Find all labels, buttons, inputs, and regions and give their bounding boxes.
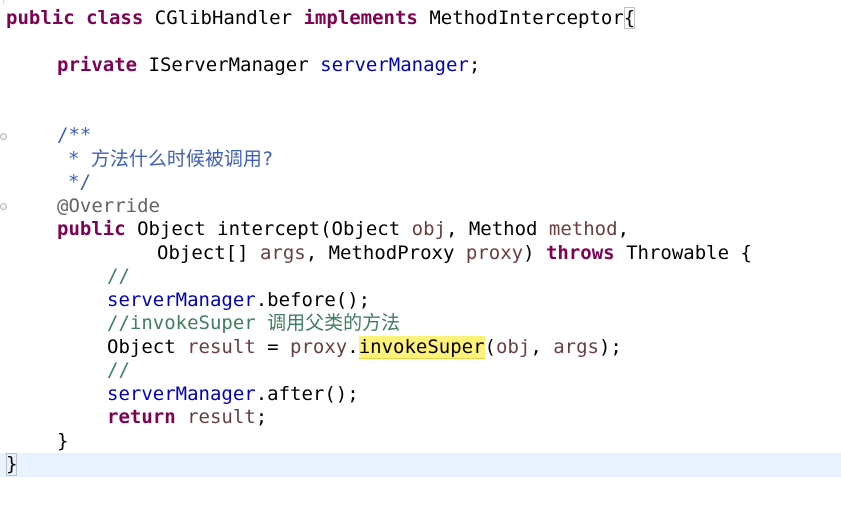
keyword-class: class [86, 7, 144, 29]
param-proxy: proxy [465, 242, 524, 264]
line-comment: // [107, 359, 130, 381]
code-line-field-declaration: private IServerManager serverManager; [0, 54, 841, 77]
code-line-class-declaration: public class CGlibHandler implements Met… [0, 7, 841, 30]
arg-args: args [553, 336, 599, 358]
comma: , [530, 336, 554, 358]
field-type: IServerManager [148, 54, 309, 76]
line-comment: // [107, 265, 130, 287]
keyword-public: public [57, 218, 126, 240]
close-paren: ) [523, 242, 535, 264]
code-editor[interactable]: public class CGlibHandler implements Met… [0, 0, 841, 491]
code-line-before-call: serverManager.before(); [0, 289, 841, 312]
fold-line [3, 0, 4, 4]
param-obj: obj [411, 218, 446, 240]
code-line-class-close-current[interactable]: } [0, 453, 841, 477]
method-signature-text: , MethodProxy [305, 242, 466, 264]
field-reference: serverManager [107, 289, 256, 311]
method-call: .before(); [255, 289, 371, 311]
semicolon: ; [255, 406, 268, 428]
keyword-public: public [6, 7, 75, 29]
method-signature-text: , Method [445, 218, 549, 240]
close-paren: ); [598, 336, 622, 358]
open-brace-matched: { [623, 7, 636, 29]
override-annotation: @Override [57, 195, 160, 217]
semicolon: ; [468, 54, 481, 76]
arg-obj: obj [496, 336, 531, 358]
code-line-method-signature-2: Object[] args, MethodProxy proxy) throws… [0, 242, 841, 265]
code-line-javadoc-end: */ [0, 171, 841, 194]
method-signature-text: Object intercept(Object [137, 218, 412, 240]
javadoc-body: * 方法什么时候被调用? [68, 148, 274, 170]
keyword-return: return [107, 406, 176, 428]
keyword-implements: implements [303, 7, 418, 29]
open-paren: ( [484, 336, 496, 358]
dot: . [347, 336, 359, 358]
code-line-comment: // [0, 265, 841, 288]
field-reference: serverManager [107, 383, 256, 405]
assign-operator: = [255, 336, 291, 358]
code-line-annotation: @Override [0, 195, 841, 218]
keyword-private: private [57, 54, 138, 76]
line-comment: //invokeSuper 调用父类的方法 [107, 312, 401, 334]
keyword-throws: throws [545, 242, 615, 264]
interface-name: MethodInterceptor [429, 7, 624, 29]
field-name: serverManager [320, 54, 469, 76]
code-line-comment: // [0, 359, 841, 382]
highlighted-method-invokeSuper[interactable]: invokeSuper [358, 336, 485, 359]
close-brace: } [57, 430, 69, 452]
param-args: args [259, 242, 306, 264]
javadoc-end: */ [68, 171, 91, 193]
code-line-after-call: serverManager.after(); [0, 383, 841, 406]
comma: , [617, 218, 630, 240]
var-proxy: proxy [290, 336, 348, 358]
var-result: result [187, 336, 256, 358]
exception-type: Throwable { [626, 242, 752, 264]
class-name: CGlibHandler [154, 7, 293, 29]
close-brace-matched: } [6, 453, 18, 476]
code-line-return: return result; [0, 406, 841, 429]
code-line-method-close: } [0, 430, 841, 453]
method-signature-text: Object[] [157, 242, 260, 264]
code-line-javadoc-body: * 方法什么时候被调用? [0, 148, 841, 171]
param-method: method [548, 218, 618, 240]
code-line-javadoc-start: /** [0, 124, 841, 147]
result-type: Object [107, 336, 188, 358]
code-line-result-assignment: Object result = proxy.invokeSuper(obj, a… [0, 336, 841, 359]
javadoc-start: /** [57, 124, 92, 146]
var-result: result [187, 406, 256, 428]
code-line-method-signature-1: public Object intercept(Object obj, Meth… [0, 218, 841, 241]
code-line-comment: //invokeSuper 调用父类的方法 [0, 312, 841, 335]
method-call: .after(); [255, 383, 359, 405]
